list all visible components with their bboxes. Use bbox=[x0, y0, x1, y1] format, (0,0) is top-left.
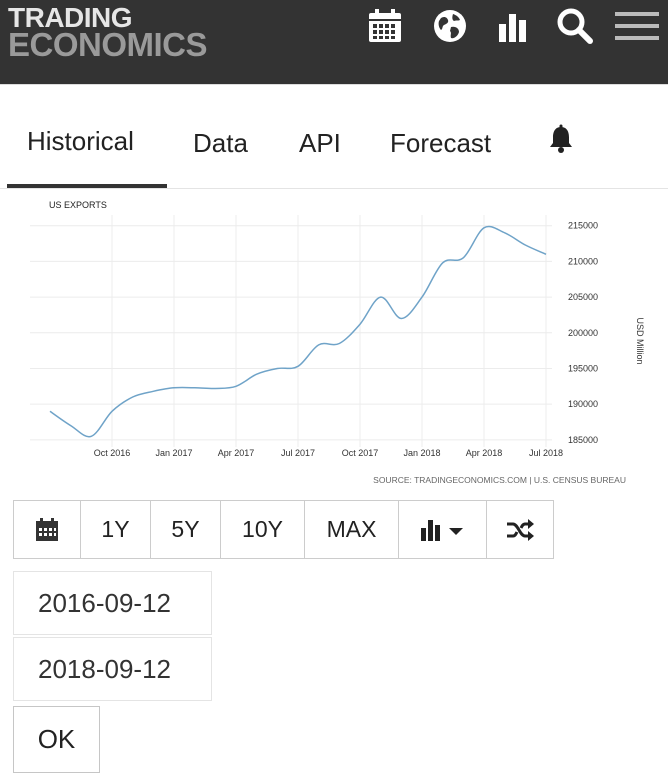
data-point bbox=[441, 261, 444, 264]
shuffle-button[interactable] bbox=[487, 501, 553, 558]
chart-type-icon bbox=[420, 519, 463, 541]
data-point bbox=[255, 373, 258, 376]
data-point bbox=[524, 243, 527, 246]
data-point bbox=[276, 367, 279, 370]
x-tick-label: Jan 2018 bbox=[403, 448, 440, 458]
data-point bbox=[193, 386, 196, 389]
data-point bbox=[317, 343, 320, 346]
data-point bbox=[90, 435, 93, 438]
y-axis-label: USD Million bbox=[635, 317, 645, 364]
data-point bbox=[483, 226, 486, 229]
x-tick-label: Jul 2018 bbox=[529, 448, 563, 458]
y-axis-ticks: 185000 190000 195000 200000 205000 210000 2150… bbox=[568, 221, 598, 445]
shuffle-icon bbox=[507, 518, 534, 541]
data-point bbox=[69, 424, 72, 427]
y-tick-label: 205000 bbox=[568, 292, 598, 302]
range-10y-button[interactable]: 10Y bbox=[221, 501, 305, 558]
data-point bbox=[173, 386, 176, 389]
tab-bar: Historical Data API Forecast bbox=[0, 94, 668, 189]
data-point bbox=[379, 296, 382, 299]
search-icon[interactable] bbox=[555, 6, 595, 46]
data-point bbox=[297, 365, 300, 368]
y-tick-label: 190000 bbox=[568, 399, 598, 409]
data-point bbox=[462, 256, 465, 259]
x-axis-ticks: Oct 2016 Jan 2017 Apr 2017 Jul 2017 Oct 2017… bbox=[94, 448, 563, 458]
y-tick-label: 185000 bbox=[568, 435, 598, 445]
chart-container: 185000 190000 195000 200000 205000 210000 2150… bbox=[0, 189, 668, 494]
range-5y-button[interactable]: 5Y bbox=[151, 501, 221, 558]
range-max-button[interactable]: MAX bbox=[305, 501, 399, 558]
calendar-icon[interactable] bbox=[365, 6, 405, 46]
chart-title: US EXPORTS bbox=[49, 200, 107, 210]
top-header: TRADING ECONOMICS bbox=[0, 0, 668, 84]
data-point bbox=[359, 323, 362, 326]
x-tick-label: Oct 2017 bbox=[342, 448, 379, 458]
data-point bbox=[111, 410, 114, 413]
bell-icon[interactable] bbox=[546, 124, 576, 154]
x-tick-label: Apr 2018 bbox=[466, 448, 503, 458]
data-point bbox=[338, 342, 341, 345]
x-tick-label: Oct 2016 bbox=[94, 448, 131, 458]
data-point bbox=[421, 296, 424, 299]
chart-source: SOURCE: TRADINGECONOMICS.COM | U.S. CENS… bbox=[373, 475, 626, 485]
range-1y-button[interactable]: 1Y bbox=[81, 501, 151, 558]
x-tick-label: Jul 2017 bbox=[281, 448, 315, 458]
data-point bbox=[131, 396, 134, 399]
y-tick-label: 200000 bbox=[568, 328, 598, 338]
data-point bbox=[214, 387, 217, 390]
data-point bbox=[235, 385, 238, 388]
y-tick-label: 210000 bbox=[568, 256, 598, 266]
end-date-input[interactable]: 2018-09-12 bbox=[13, 637, 212, 701]
logo[interactable]: TRADING ECONOMICS bbox=[8, 4, 208, 63]
y-tick-label: 195000 bbox=[568, 363, 598, 373]
logo-line-2: ECONOMICS bbox=[8, 26, 208, 63]
chart-type-button[interactable] bbox=[399, 501, 487, 558]
bar-chart-icon[interactable] bbox=[493, 6, 533, 46]
tab-forecast[interactable]: Forecast bbox=[390, 128, 491, 159]
x-tick-label: Jan 2017 bbox=[155, 448, 192, 458]
x-tick-label: Apr 2017 bbox=[218, 448, 255, 458]
data-point bbox=[503, 231, 506, 234]
data-point bbox=[545, 253, 548, 256]
data-point bbox=[400, 317, 403, 320]
y-tick-label: 215000 bbox=[568, 221, 598, 231]
ok-button[interactable]: OK bbox=[13, 706, 100, 773]
us-exports-chart: 185000 190000 195000 200000 205000 210000 2150… bbox=[30, 200, 645, 485]
tab-api[interactable]: API bbox=[299, 128, 341, 159]
active-tab-indicator bbox=[7, 184, 167, 188]
calendar-icon bbox=[36, 517, 58, 541]
tab-data[interactable]: Data bbox=[193, 128, 248, 159]
range-toolbar: 1Y 5Y 10Y MAX bbox=[13, 500, 554, 559]
data-point bbox=[49, 410, 52, 413]
chart-grid bbox=[30, 215, 552, 447]
data-point bbox=[152, 390, 155, 393]
menu-icon[interactable] bbox=[614, 6, 660, 46]
globe-icon[interactable] bbox=[430, 6, 470, 46]
start-date-input[interactable]: 2016-09-12 bbox=[13, 571, 212, 635]
calendar-button[interactable] bbox=[14, 501, 81, 558]
tab-historical[interactable]: Historical bbox=[27, 126, 134, 157]
